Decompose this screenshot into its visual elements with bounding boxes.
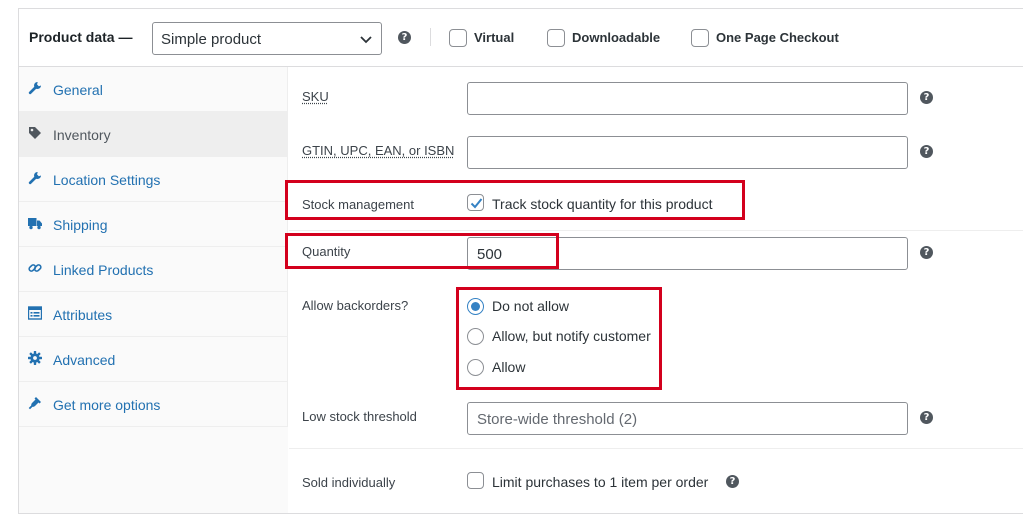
row-divider: [289, 448, 1023, 449]
tab-get-more-options-label: Get more options: [53, 397, 161, 413]
tab-linked-products-label: Linked Products: [53, 262, 154, 278]
help-icon[interactable]: ?: [920, 91, 933, 104]
wrench-icon: [28, 172, 41, 185]
wrench-icon: [28, 82, 41, 95]
gtin-label: GTIN, UPC, EAN, or ISBN: [302, 143, 455, 158]
downloadable-checkbox[interactable]: [547, 29, 565, 47]
product-type-value: Simple product: [161, 31, 262, 48]
allow-backorders-label: Allow backorders?: [302, 298, 409, 313]
help-icon[interactable]: ?: [920, 411, 933, 424]
tab-advanced[interactable]: Advanced: [19, 337, 288, 382]
one-page-checkout-checkbox[interactable]: [691, 29, 709, 47]
product-data-tabs: General Inventory Location Settings Ship…: [19, 67, 288, 513]
tab-linked-products[interactable]: Linked Products: [19, 247, 288, 292]
highlight-box: [285, 180, 745, 220]
link-icon: [28, 264, 42, 272]
row-divider: [289, 230, 1023, 231]
truck-icon: [28, 218, 42, 230]
gear-icon: [28, 351, 42, 365]
chevron-down-icon: [360, 36, 372, 44]
virtual-checkbox[interactable]: [449, 29, 467, 47]
low-stock-threshold-placeholder: Store-wide threshold (2): [477, 411, 638, 428]
sold-individually-label: Sold individually: [302, 475, 396, 490]
one-page-checkout-label: One Page Checkout: [716, 30, 839, 45]
sold-individually-checkbox-label: Limit purchases to 1 item per order: [492, 474, 709, 490]
plugin-icon: [28, 397, 41, 410]
product-data-header: Product data — Simple product ? Virtual …: [19, 9, 1023, 67]
tag-icon: [29, 127, 41, 139]
highlight-box: [456, 287, 662, 390]
low-stock-threshold-input[interactable]: Store-wide threshold (2): [467, 402, 908, 435]
help-icon[interactable]: ?: [920, 246, 933, 259]
tab-location-settings-label: Location Settings: [53, 172, 161, 188]
low-stock-threshold-label: Low stock threshold: [302, 409, 417, 424]
tab-advanced-label: Advanced: [53, 352, 116, 368]
sku-label: SKU: [302, 89, 329, 104]
help-icon[interactable]: ?: [726, 475, 739, 488]
list-icon: [28, 306, 42, 320]
tab-location-settings[interactable]: Location Settings: [19, 157, 288, 202]
header-divider: [430, 28, 431, 46]
sidebar-empty-area: [19, 427, 288, 513]
tab-shipping[interactable]: Shipping: [19, 202, 288, 247]
virtual-label: Virtual: [474, 30, 515, 45]
tab-attributes[interactable]: Attributes: [19, 292, 288, 337]
tab-shipping-label: Shipping: [53, 217, 108, 233]
highlight-box: [285, 233, 559, 269]
gtin-input[interactable]: [467, 136, 908, 169]
product-data-panel: Product data — Simple product ? Virtual …: [0, 0, 1023, 514]
sold-individually-checkbox[interactable]: [467, 472, 484, 489]
help-icon[interactable]: ?: [398, 31, 411, 44]
tab-general[interactable]: General: [19, 67, 288, 112]
downloadable-label: Downloadable: [572, 30, 661, 45]
tab-inventory-label: Inventory: [53, 127, 111, 143]
tab-attributes-label: Attributes: [53, 307, 113, 323]
product-type-select[interactable]: Simple product: [152, 22, 382, 55]
help-icon[interactable]: ?: [920, 145, 933, 158]
sku-input[interactable]: [467, 82, 908, 115]
product-data-title: Product data —: [29, 29, 133, 45]
tab-general-label: General: [53, 82, 103, 98]
tab-get-more-options[interactable]: Get more options: [19, 382, 288, 427]
tab-inventory[interactable]: Inventory: [19, 112, 288, 157]
